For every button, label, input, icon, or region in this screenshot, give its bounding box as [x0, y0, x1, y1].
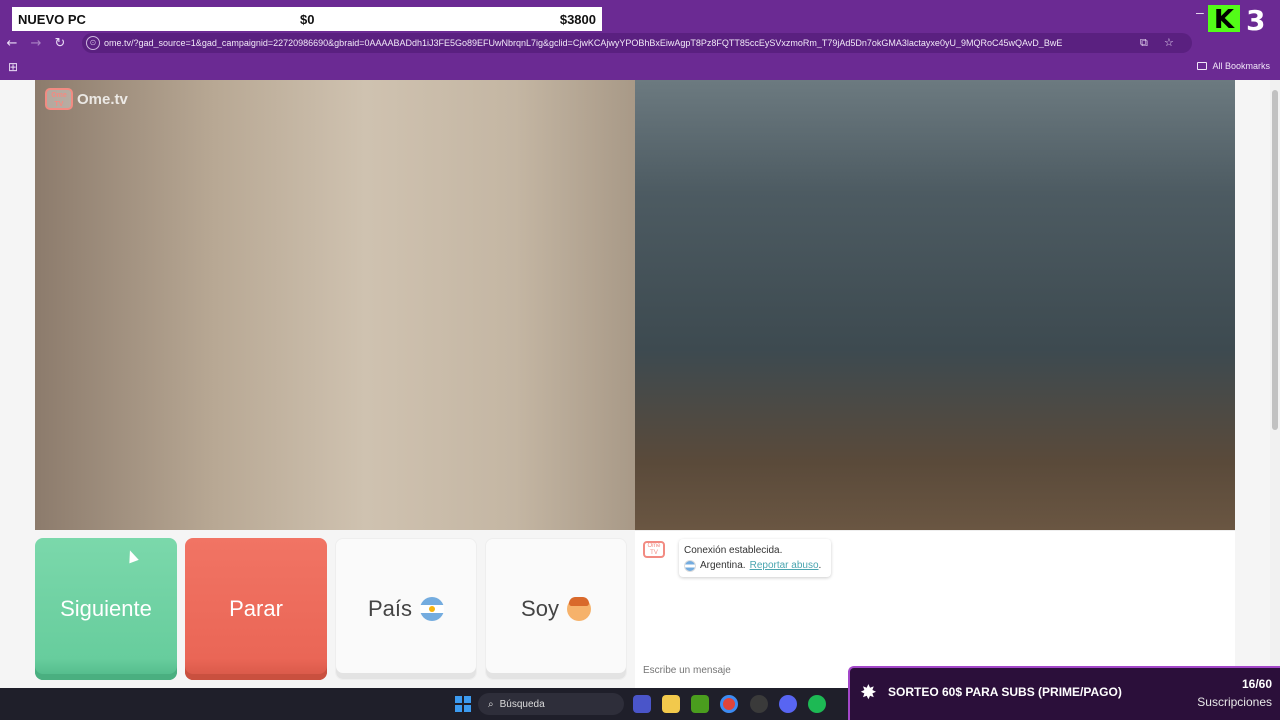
taskbar-search[interactable]: ⌕ Búsqueda: [478, 693, 624, 715]
folder-icon: [1197, 62, 1208, 70]
apps-grid-icon[interactable]: ⊞: [8, 60, 18, 74]
chrome-icon[interactable]: [720, 695, 738, 713]
report-abuse-link[interactable]: Reportar abuso: [750, 560, 819, 571]
scrollbar-thumb[interactable]: [1272, 90, 1278, 430]
stop-button[interactable]: Parar: [185, 538, 327, 680]
stranger-video: Ome TV Ome.tv: [35, 80, 635, 530]
giveaway-count: 16/60: [1241, 677, 1272, 691]
windows-start-icon[interactable]: [455, 696, 471, 712]
boy-face-icon: [566, 597, 591, 621]
next-button-label: Siguiente: [60, 596, 152, 621]
control-buttons: Siguiente Parar País Soy: [35, 538, 627, 680]
back-icon[interactable]: ←: [0, 36, 24, 51]
windows-taskbar: ⌕ Búsqueda: [0, 688, 848, 720]
forward-icon[interactable]: →: [24, 36, 48, 51]
stop-button-label: Parar: [229, 596, 283, 621]
giveaway-overlay: ✸ SORTEO 60$ PARA SUBS (PRIME/PAGO) 16/6…: [848, 666, 1280, 720]
gender-button-label: Soy: [521, 596, 559, 621]
all-bookmarks-label: All Bookmarks: [1212, 61, 1270, 71]
taskbar-search-label: Búsqueda: [499, 698, 545, 710]
obs-icon[interactable]: [750, 695, 768, 713]
url-text[interactable]: ome.tv/?gad_source=1&gad_campaignid=2272…: [104, 38, 1134, 48]
site-info-icon[interactable]: ⊙: [86, 36, 100, 50]
nvidia-icon[interactable]: [691, 695, 709, 713]
partner-country: Argentina.: [700, 560, 746, 571]
next-button[interactable]: Siguiente: [35, 538, 177, 680]
star-icon: ✸: [860, 680, 877, 704]
ometv-bot-icon: Ome TV: [643, 541, 665, 558]
country-button[interactable]: País: [335, 538, 477, 680]
address-toolbar: ← → ↻ ⊙ ome.tv/?gad_source=1&gad_campaig…: [0, 32, 1280, 82]
search-icon: ⌕: [488, 698, 494, 710]
system-message: Conexión establecida. Argentina. Reporta…: [679, 539, 831, 577]
giveaway-subtitle: Suscripciones: [1197, 695, 1272, 709]
goal-target: $3800: [559, 11, 596, 27]
mouse-cursor-icon: [125, 548, 139, 564]
spotify-icon[interactable]: [808, 695, 826, 713]
giveaway-title: SORTEO 60$ PARA SUBS (PRIME/PAGO): [888, 685, 1122, 699]
bookmarks-bar: ⊞ All Bookmarks: [0, 54, 1280, 80]
self-video: [635, 80, 1235, 530]
argentina-flag-icon: [420, 597, 445, 621]
minimize-icon[interactable]: –: [1196, 4, 1204, 20]
country-button-label: País: [367, 596, 413, 621]
bookmark-star-icon[interactable]: ☆: [1164, 36, 1174, 49]
kick-logo-icon: K: [1208, 5, 1240, 35]
ometv-logo: Ome TV Ome.tv: [45, 88, 128, 110]
ometv-tv-icon: Ome TV: [45, 88, 73, 110]
chat-panel: Ome TV Conexión establecida. Argentina. R…: [635, 530, 1235, 688]
install-app-icon[interactable]: ⧉: [1140, 36, 1148, 50]
all-bookmarks-button[interactable]: All Bookmarks: [1197, 61, 1270, 71]
file-explorer-icon[interactable]: [662, 695, 680, 713]
connection-status: Conexión establecida.: [684, 545, 783, 556]
ometv-logo-text: Ome.tv: [77, 90, 128, 108]
argentina-flag-icon: [684, 559, 696, 572]
goal-label: NUEVO PC: [18, 11, 86, 27]
stream-goal-bar: NUEVO PC $0 $3800: [12, 7, 602, 31]
url-bar[interactable]: ⊙ ome.tv/?gad_source=1&gad_campaignid=22…: [82, 33, 1192, 53]
reload-icon[interactable]: ↻: [48, 36, 72, 51]
page-scrollbar[interactable]: [1270, 80, 1280, 688]
goal-current: $0: [300, 11, 315, 27]
meet-icon[interactable]: [633, 695, 651, 713]
report-suffix: .: [818, 560, 822, 571]
gender-button[interactable]: Soy: [485, 538, 627, 680]
browser-titlebar: NUEVO PC $0 $3800 – K 3: [0, 0, 1280, 37]
discord-icon[interactable]: [779, 695, 797, 713]
